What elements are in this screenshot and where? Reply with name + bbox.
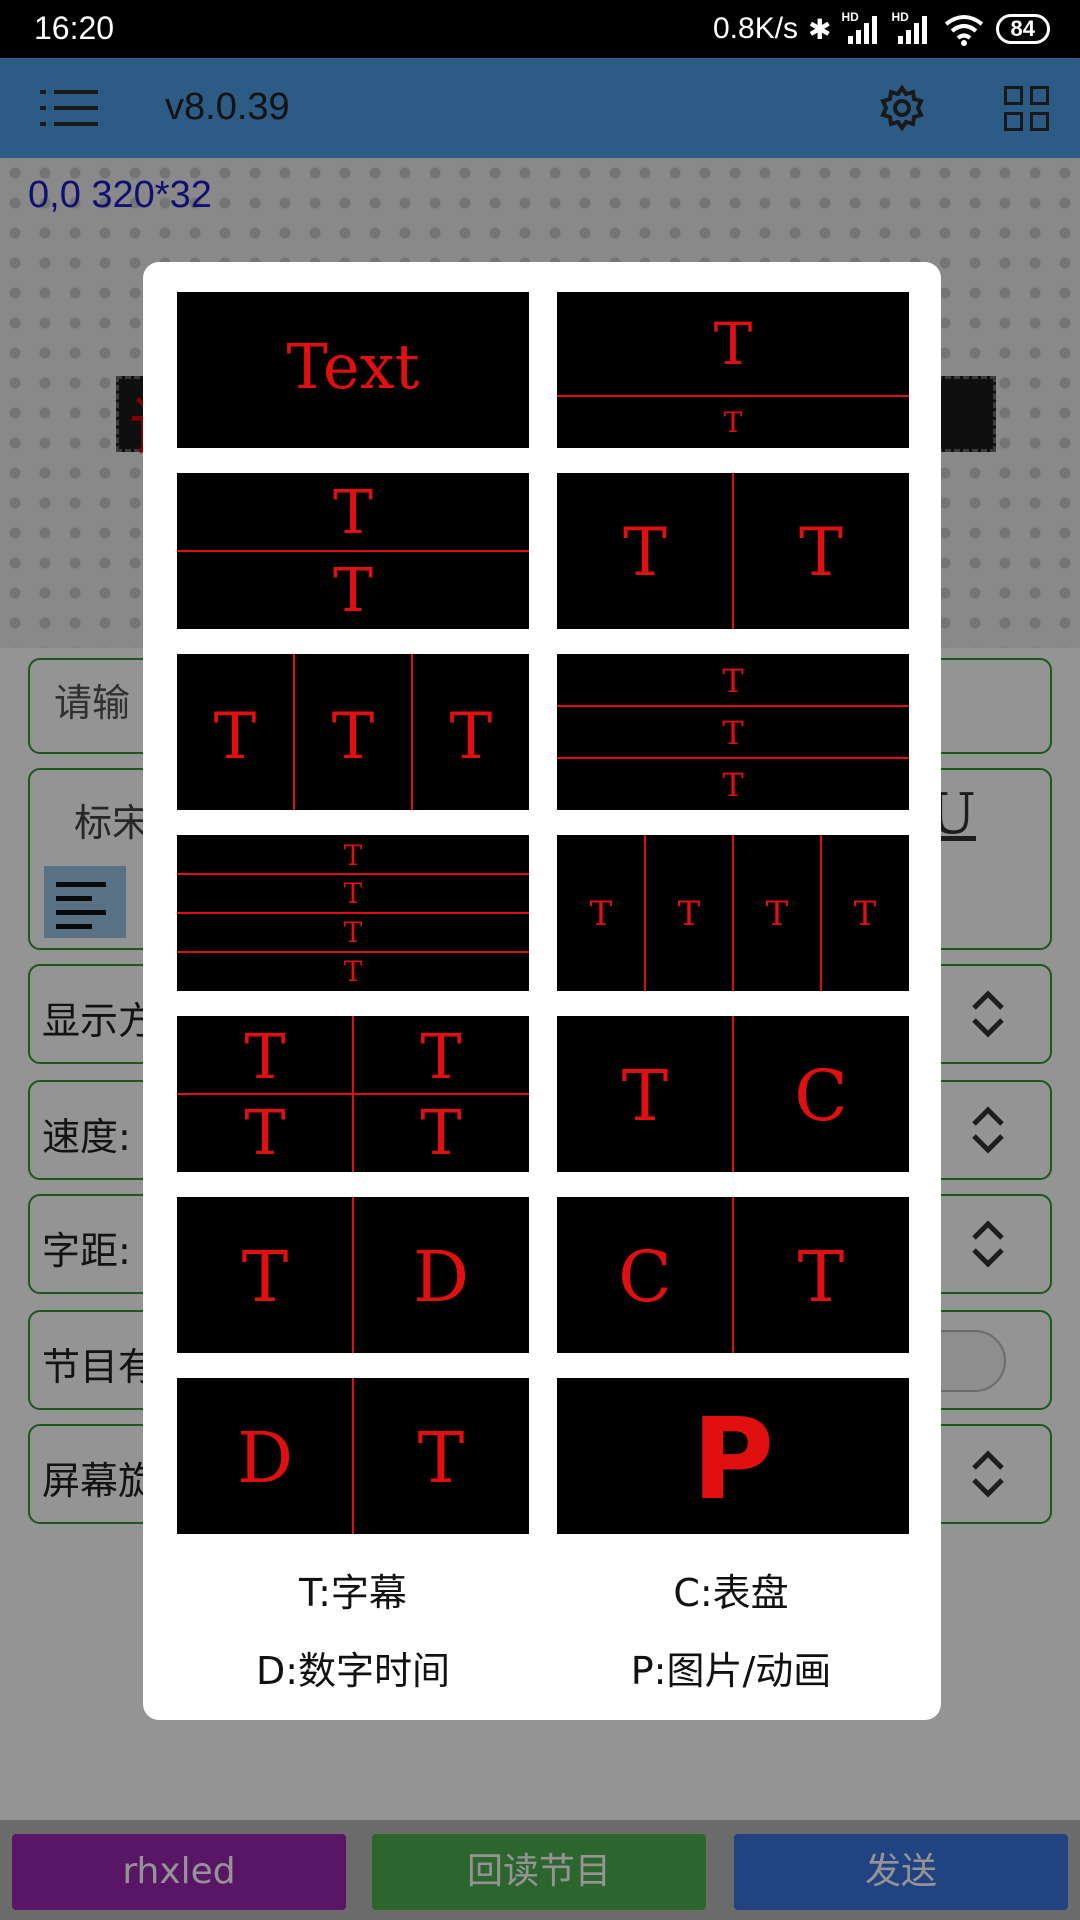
layout-tile-graphic: CT	[618, 1197, 845, 1353]
wifi-icon	[942, 12, 986, 46]
tile-label: T	[799, 514, 843, 591]
tile-label: T	[333, 478, 373, 548]
tile-label: T	[333, 556, 373, 626]
status-icons: 0.8K/s ✱ HD HD 84	[713, 8, 1050, 50]
tile-label: T	[244, 1096, 285, 1169]
layout-tile-t-t-t-rows[interactable]: TTT	[557, 654, 909, 810]
layout-tile-graphic: TT	[177, 478, 529, 626]
layout-tile-t-t-t-t-columns[interactable]: TTTT	[557, 835, 909, 991]
tile-label: T	[420, 1096, 461, 1169]
tile-label: T	[344, 916, 363, 949]
bluetooth-icon: ✱	[808, 13, 832, 45]
legend-t: T:字幕	[299, 1571, 407, 1615]
tile-label: T	[344, 955, 363, 988]
tile-label: T	[722, 662, 744, 700]
signal-icon-1: HD	[842, 10, 882, 46]
layout-tile-text[interactable]: Text	[177, 292, 529, 448]
layout-tile-graphic: Text	[286, 330, 419, 403]
tile-label: T	[450, 700, 493, 774]
tile-label: T	[722, 766, 744, 804]
layout-tile-graphic: P	[692, 1395, 774, 1525]
layout-tile-graphic: TTT	[557, 662, 909, 804]
layout-tile-t-t-top-bottom[interactable]: TT	[177, 473, 529, 629]
net-speed: 0.8K/s	[712, 12, 799, 45]
tile-label: T	[242, 1236, 289, 1318]
layout-tile-t-t-t-t-rows[interactable]: TTTT	[177, 835, 529, 991]
layout-picker-dialog: Text T T T T T T T T T T T T T T T T T T T T T T T T T C T D C T D T P T:…	[143, 262, 941, 1720]
tile-label: T	[722, 714, 744, 752]
tile-label: T	[798, 1236, 845, 1318]
layout-tile-graphic: TTTT	[177, 1016, 529, 1172]
layout-tile-t-t-left-right[interactable]: TT	[557, 473, 909, 629]
signal-icon-2: HD	[892, 10, 932, 46]
tile-label: P	[692, 1395, 774, 1525]
tile-label: T	[332, 700, 375, 774]
tile-label: T	[420, 1020, 461, 1093]
tile-label: T	[714, 310, 753, 378]
layout-tile-graphic: TT	[623, 473, 843, 629]
layout-tile-graphic: TTTT	[177, 839, 529, 988]
tile-label: T	[344, 839, 363, 872]
layout-tile-c-t[interactable]: CT	[557, 1197, 909, 1353]
tile-label: C	[618, 1236, 672, 1318]
tile-label: D	[237, 1417, 293, 1499]
layout-tile-graphic: TTTT	[590, 835, 877, 991]
layout-tile-t-t-top-bottom-small[interactable]: TT	[557, 292, 909, 448]
layout-tile-t-d[interactable]: TD	[177, 1197, 529, 1353]
legend-d: D:数字时间	[255, 1649, 451, 1693]
tile-label: T	[622, 1055, 669, 1137]
tile-label: T	[724, 406, 743, 439]
layout-tile-d-t[interactable]: DT	[177, 1378, 529, 1534]
tile-label: T	[766, 894, 789, 934]
legend-c: C:表盘	[673, 1571, 789, 1615]
layout-tile-graphic: DT	[237, 1378, 465, 1534]
tile-label: T	[244, 1020, 285, 1093]
layout-tile-graphic: TTT	[214, 654, 493, 810]
tile-label: T	[623, 514, 667, 591]
tile-label: Text	[286, 330, 419, 403]
layout-tile-p[interactable]: P	[557, 1378, 909, 1534]
layout-tile-graphic: TD	[242, 1197, 469, 1353]
tile-label: T	[418, 1417, 465, 1499]
layout-tile-graphic: TT	[557, 310, 909, 439]
status-time: 16:20	[34, 10, 115, 46]
layout-tile-t-quad[interactable]: TTTT	[177, 1016, 529, 1172]
tile-label: T	[590, 894, 613, 934]
status-bar: 16:20 0.8K/s ✱ HD HD 84	[0, 0, 1080, 58]
tile-label: T	[214, 700, 257, 774]
layout-tile-t-t-t-columns[interactable]: TTT	[177, 654, 529, 810]
battery-icon: 84	[995, 14, 1050, 44]
tile-label: C	[794, 1055, 848, 1137]
tile-label: T	[344, 877, 363, 910]
legend-p: P:图片/动画	[630, 1649, 832, 1693]
layout-tile-graphic: TC	[622, 1016, 848, 1172]
tile-label: T	[854, 894, 877, 934]
layout-tile-t-c[interactable]: TC	[557, 1016, 909, 1172]
tile-label: T	[678, 894, 701, 934]
tile-label: D	[413, 1236, 469, 1318]
